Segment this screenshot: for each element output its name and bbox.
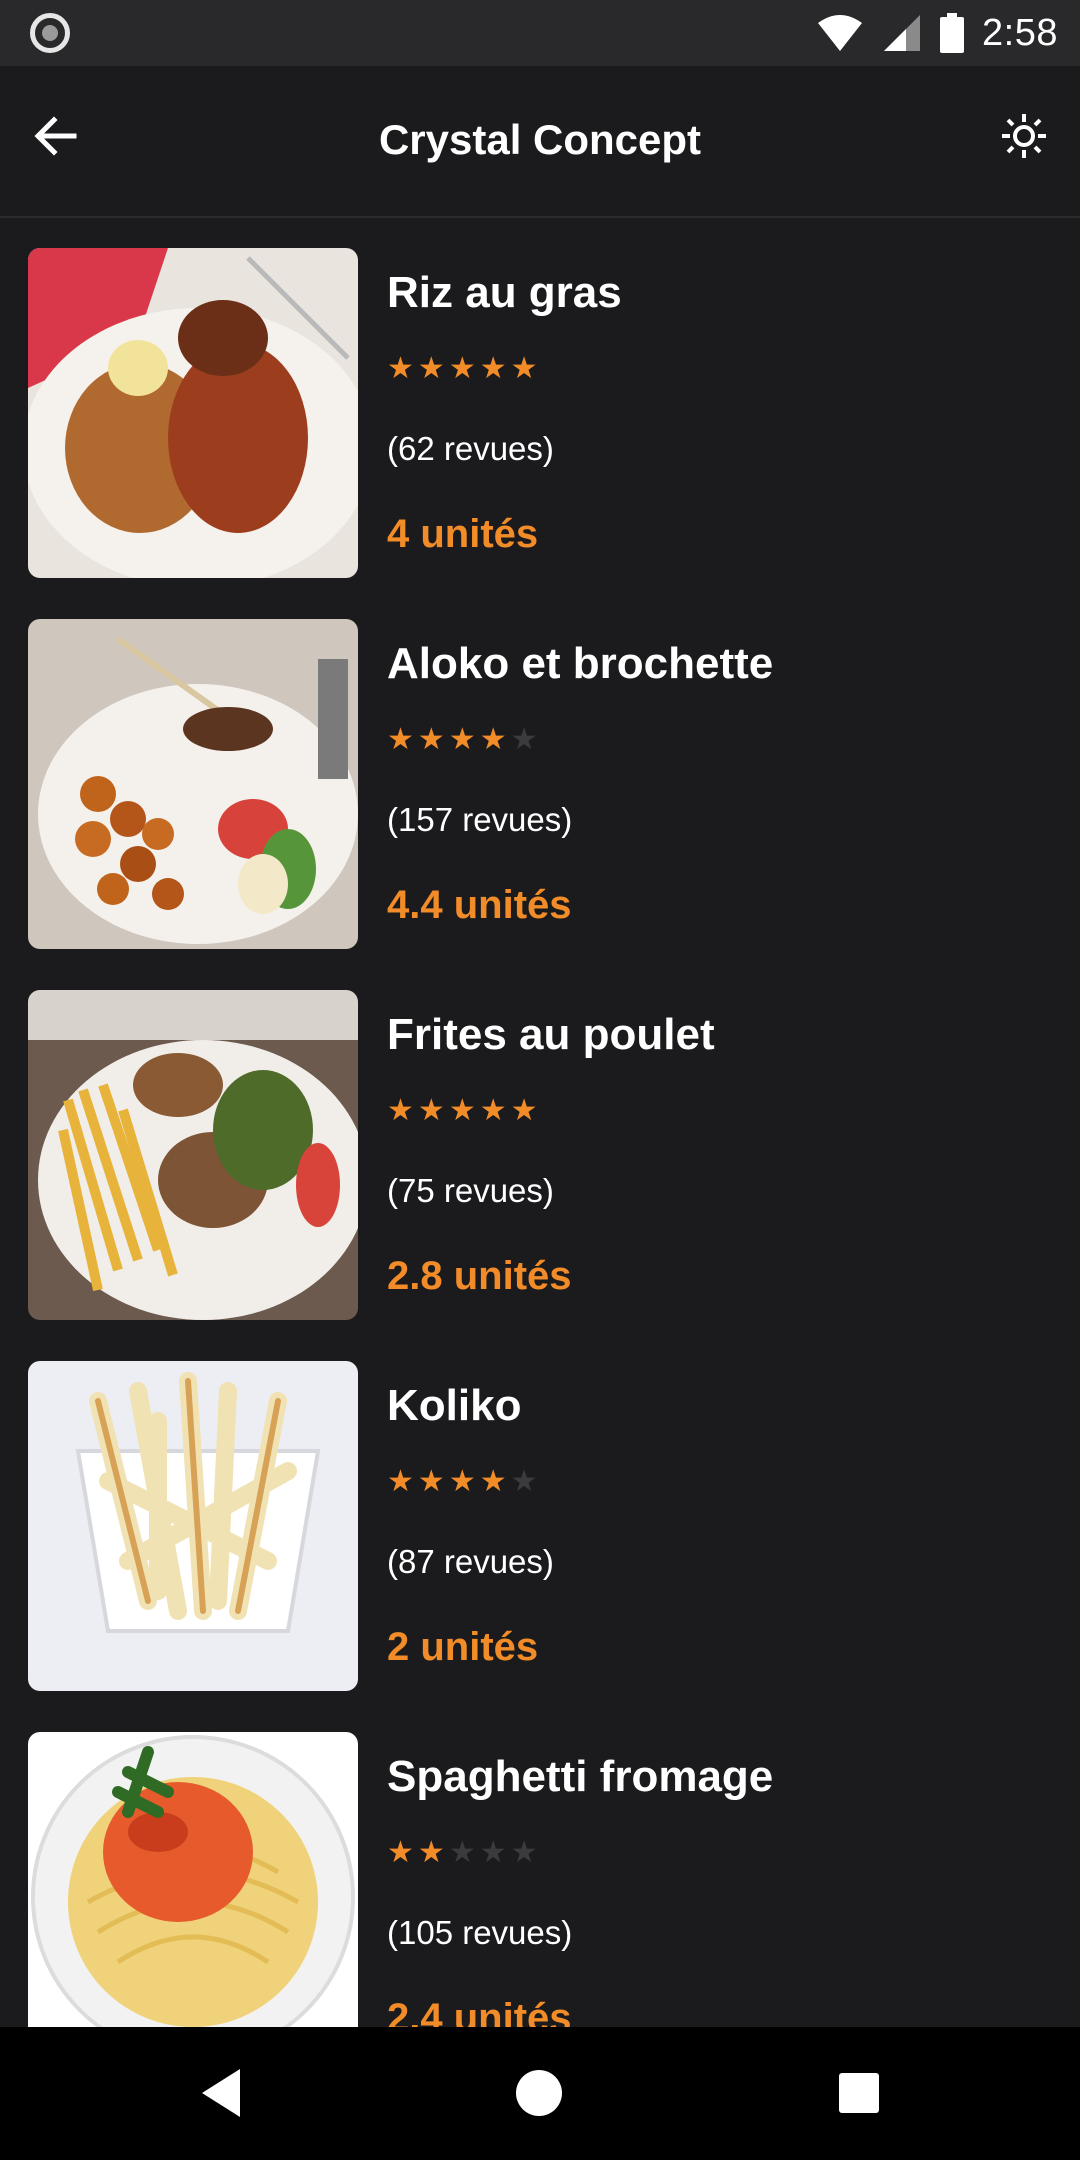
theme-toggle-button[interactable] [990,102,1058,170]
dish-list[interactable]: Riz au gras ★ ★ ★ ★ ★ (62 revues) 4 unités [0,220,1080,2027]
list-item[interactable]: Koliko ★ ★ ★ ★ ★ (87 revues) 2 unités [0,1333,1080,1691]
navigation-bar [0,2027,1080,2160]
star-icon: ★ [417,1094,445,1127]
units-label: 2.8 unités [387,1254,572,1298]
rating-stars: ★ ★ ★ ★ ★ [387,1838,538,1868]
list-item[interactable]: Frites au poulet ★ ★ ★ ★ ★ (75 revues) 2.8 u… [0,962,1080,1320]
star-icon: ★ [479,1836,507,1869]
star-icon: ★ [479,352,507,385]
star-icon: ★ [479,723,507,756]
status-bar: 2:58 [0,0,1080,66]
units-label: 2 unités [387,1625,539,1669]
screen-record-icon [30,13,70,53]
signal-icon [884,15,921,51]
star-icon: ★ [510,1094,538,1127]
star-icon: ★ [510,1836,538,1869]
star-icon: ★ [510,1465,538,1498]
brightness-icon [1002,114,1046,158]
dish-image [28,248,358,578]
star-icon: ★ [448,352,476,385]
list-item[interactable]: Riz au gras ★ ★ ★ ★ ★ (62 revues) 4 unités [0,220,1080,578]
star-icon: ★ [479,1094,507,1127]
star-icon: ★ [448,1836,476,1869]
dish-image [28,1361,358,1691]
list-item[interactable]: Spaghetti fromage ★ ★ ★ ★ ★ (105 revues) 2.4… [0,1704,1080,2027]
review-count: (75 revues) [387,1172,554,1209]
review-count: (105 revues) [387,1914,573,1951]
status-time: 2:58 [982,11,1058,54]
star-icon: ★ [510,723,538,756]
list-item[interactable]: Aloko et brochette ★ ★ ★ ★ ★ (157 revues) 4.… [0,591,1080,949]
star-icon: ★ [448,723,476,756]
star-icon: ★ [387,1094,414,1127]
dish-name: Koliko [387,1381,522,1430]
review-count: (62 revues) [387,430,554,467]
rating-stars: ★ ★ ★ ★ ★ [387,1096,538,1126]
dish-name: Riz au gras [387,268,622,317]
page-title: Crystal Concept [378,116,702,163]
rating-stars: ★ ★ ★ ★ ★ [387,1467,538,1497]
star-icon: ★ [448,1465,476,1498]
star-icon: ★ [417,723,445,756]
dish-image [28,990,358,1320]
dish-image [28,1732,358,2027]
star-icon: ★ [387,1465,414,1498]
review-count: (87 revues) [387,1543,554,1580]
nav-recents-button[interactable] [823,2057,895,2129]
units-label: 4.4 unités [387,883,572,927]
review-count: (157 revues) [387,801,573,838]
rating-stars: ★ ★ ★ ★ ★ [387,354,538,384]
dish-name: Aloko et brochette [387,639,774,688]
star-icon: ★ [387,1836,414,1869]
rating-stars: ★ ★ ★ ★ ★ [387,725,538,755]
star-icon: ★ [479,1465,507,1498]
app-bar: Crystal Concept [0,66,1080,218]
triangle-back-icon [202,2069,240,2117]
star-icon: ★ [387,352,414,385]
circle-home-icon [516,2070,562,2116]
square-recents-icon [839,2073,879,2113]
star-icon: ★ [417,1465,445,1498]
dish-name: Spaghetti fromage [387,1752,774,1801]
star-icon: ★ [417,1836,445,1869]
units-label: 4 unités [387,512,539,556]
nav-home-button[interactable] [503,2057,575,2129]
star-icon: ★ [387,723,414,756]
star-icon: ★ [417,352,445,385]
wifi-icon [818,15,863,51]
battery-icon [940,13,965,53]
nav-back-button[interactable] [186,2057,258,2129]
dish-name: Frites au poulet [387,1010,715,1059]
star-icon: ★ [510,352,538,385]
units-label: 2.4 unités [387,1996,572,2027]
star-icon: ★ [448,1094,476,1127]
dish-image [28,619,358,949]
